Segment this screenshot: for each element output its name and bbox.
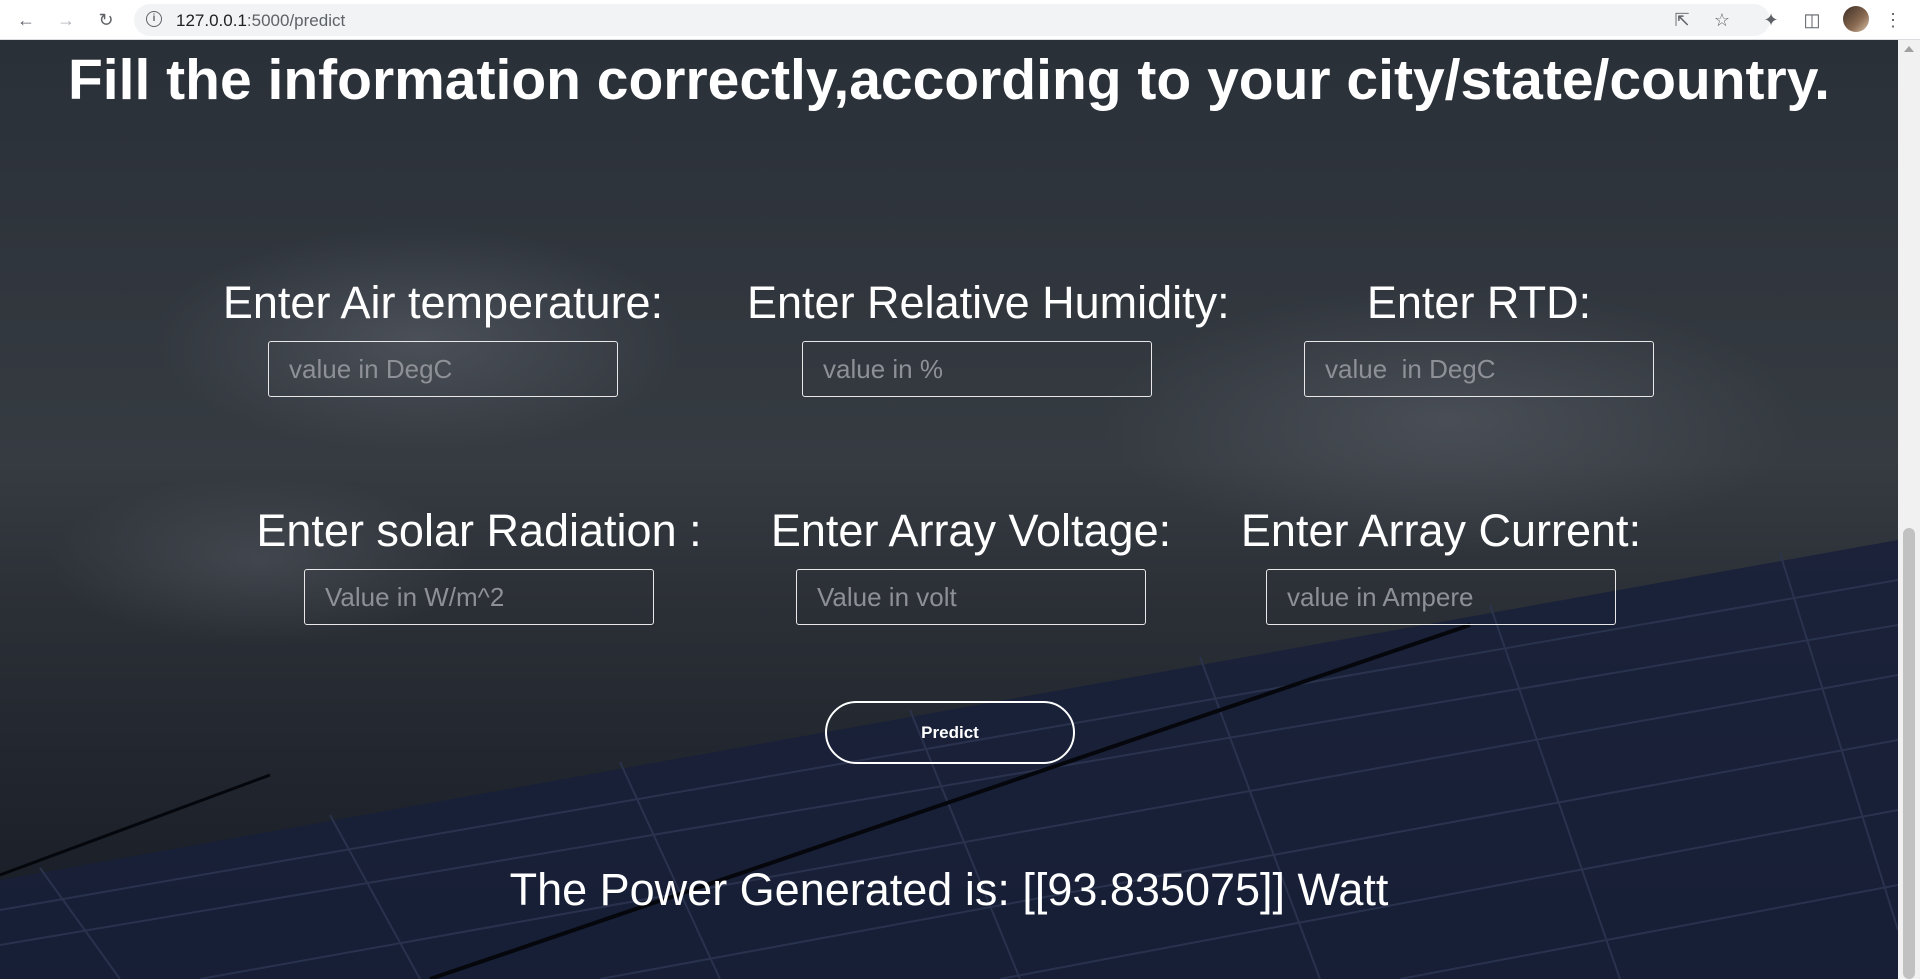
scroll-up-arrow-icon[interactable] bbox=[1904, 46, 1914, 52]
predict-button[interactable]: Predict bbox=[825, 701, 1075, 764]
share-icon[interactable]: ⇱ bbox=[1672, 10, 1692, 30]
prediction-result: The Power Generated is: [[93.835075]] Wa… bbox=[509, 864, 1389, 915]
address-bar[interactable]: i 127.0.0.1:5000/predict ⇱ ☆ bbox=[134, 4, 1770, 36]
rtd-label: Enter RTD: bbox=[1366, 277, 1592, 328]
array-current-label: Enter Array Current: bbox=[1240, 505, 1642, 556]
browser-toolbar: ← → ↻ i 127.0.0.1:5000/predict ⇱ ☆ ✦ ◫ ⋮ bbox=[0, 0, 1920, 40]
side-panel-icon[interactable]: ◫ bbox=[1801, 9, 1823, 31]
relative-humidity-field: Enter Relative Humidity: bbox=[747, 275, 1230, 397]
scrollbar-thumb[interactable] bbox=[1903, 528, 1915, 979]
page-title: Fill the information correctly,according… bbox=[67, 48, 1831, 112]
forward-icon[interactable]: → bbox=[52, 6, 80, 34]
bookmark-star-icon[interactable]: ☆ bbox=[1712, 10, 1732, 30]
rtd-input[interactable] bbox=[1304, 341, 1654, 397]
relative-humidity-input[interactable] bbox=[802, 341, 1152, 397]
relative-humidity-label: Enter Relative Humidity: bbox=[747, 277, 1230, 328]
rtd-field: Enter RTD: bbox=[1249, 275, 1709, 397]
menu-kebab-icon[interactable]: ⋮ bbox=[1882, 9, 1904, 31]
profile-avatar[interactable] bbox=[1843, 6, 1869, 32]
prediction-page: Fill the information correctly,according… bbox=[0, 40, 1898, 979]
array-voltage-label: Enter Array Voltage: bbox=[770, 505, 1172, 556]
page-scrollbar[interactable] bbox=[1898, 40, 1920, 979]
site-info-icon[interactable]: i bbox=[146, 11, 162, 27]
extensions-icon[interactable]: ✦ bbox=[1760, 9, 1782, 31]
array-current-input[interactable] bbox=[1266, 569, 1616, 625]
solar-radiation-label: Enter solar Radiation : bbox=[256, 505, 702, 556]
back-icon[interactable]: ← bbox=[12, 6, 40, 34]
array-current-field: Enter Array Current: bbox=[1211, 503, 1671, 625]
air-temperature-field: Enter Air temperature: bbox=[213, 275, 673, 397]
air-temperature-input[interactable] bbox=[268, 341, 618, 397]
solar-radiation-field: Enter solar Radiation : bbox=[249, 503, 709, 625]
url-text: 127.0.0.1:5000/predict bbox=[176, 11, 346, 30]
reload-icon[interactable]: ↻ bbox=[92, 6, 120, 34]
array-voltage-field: Enter Array Voltage: bbox=[741, 503, 1201, 625]
air-temperature-label: Enter Air temperature: bbox=[222, 277, 664, 328]
solar-radiation-input[interactable] bbox=[304, 569, 654, 625]
array-voltage-input[interactable] bbox=[796, 569, 1146, 625]
